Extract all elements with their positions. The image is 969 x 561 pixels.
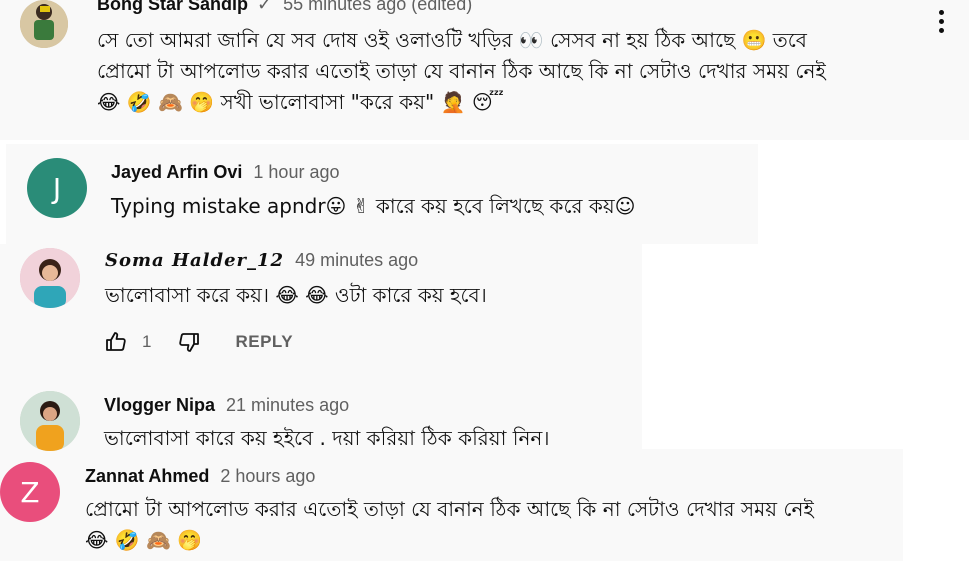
comment-line: প্রোমো টা আপলোড করার এতোই তাড়া যে বানান… <box>85 497 814 521</box>
author-name[interactable]: Soma Halder_12 <box>105 250 284 271</box>
comment-text: প্রোমো টা আপলোড করার এতোই তাড়া যে বানান… <box>85 494 814 556</box>
comment-header: Vlogger Nipa 21 minutes ago <box>104 395 349 416</box>
dislike-icon[interactable] <box>177 330 201 354</box>
comment-panel-reply-2 <box>0 244 642 449</box>
avatar-image <box>20 0 68 48</box>
like-icon[interactable] <box>104 330 128 354</box>
avatar-soma-halder[interactable] <box>20 248 80 308</box>
avatar-image <box>20 391 80 451</box>
reply-button[interactable]: REPLY <box>235 332 293 352</box>
comment-time[interactable]: 21 minutes ago <box>226 395 349 415</box>
comment-line: 😂 🤣 🙈 🤭 <box>85 528 203 552</box>
comment-header: Jayed Arfin Ovi 1 hour ago <box>111 162 339 183</box>
comment-header: Bong Star Sandip ✓ 55 minutes ago (edite… <box>97 0 472 15</box>
comment-text: Typing mistake apndr😛 ✌ কারে কয় হবে লিখ… <box>111 191 636 222</box>
avatar-vlogger-nipa[interactable] <box>20 391 80 451</box>
avatar-letter: J <box>52 171 62 205</box>
comment-actions: 1 REPLY <box>104 330 293 354</box>
comment-line: ভালোবাসা কারে কয় হইবে . দয়া করিয়া ঠিক… <box>104 426 550 450</box>
comment-time[interactable]: 55 minutes ago (edited) <box>283 0 472 14</box>
avatar-bong-star-sandip[interactable] <box>20 0 68 48</box>
author-name[interactable]: Bong Star Sandip <box>97 0 248 14</box>
comment-header: Soma Halder_12 49 minutes ago <box>105 250 418 271</box>
verified-check-icon: ✓ <box>257 0 273 14</box>
comment-line: সে তো আমরা জানি যে সব দোষ ওই ওলাওটি খড়ি… <box>97 28 807 52</box>
avatar-jayed-arfin-ovi[interactable]: J <box>27 158 87 218</box>
author-name[interactable]: Jayed Arfin Ovi <box>111 162 242 182</box>
comment-text: সে তো আমরা জানি যে সব দোষ ওই ওলাওটি খড়ি… <box>97 25 826 118</box>
comment-line: 😂 🤣 🙈 🤭 সখী ভালোবাসা "করে কয়" 🤦 😴 <box>97 90 504 114</box>
avatar-letter: Z <box>20 475 40 509</box>
avatar-image <box>20 248 80 308</box>
comment-line: Typing mistake apndr😛 ✌ কারে কয় হবে লিখ… <box>111 194 636 218</box>
avatar-zannat-ahmed[interactable]: Z <box>0 462 60 522</box>
more-actions-icon[interactable] <box>937 10 945 38</box>
like-count: 1 <box>142 332 152 351</box>
comment-time[interactable]: 1 hour ago <box>253 162 339 182</box>
author-name[interactable]: Zannat Ahmed <box>85 466 209 486</box>
comment-line: প্রোমো টা আপলোড করার এতোই তাড়া যে বানান… <box>97 59 826 83</box>
comment-text: ভালোবাসা কারে কয় হইবে . দয়া করিয়া ঠিক… <box>104 423 549 454</box>
comment-header: Zannat Ahmed 2 hours ago <box>85 466 315 487</box>
author-name[interactable]: Vlogger Nipa <box>104 395 215 415</box>
comment-text: ভালোবাসা করে কয়। 😂 😂 ওটা কারে কয় হবে। <box>105 280 487 311</box>
comment-time[interactable]: 49 minutes ago <box>295 250 418 270</box>
comment-line: ভালোবাসা করে কয়। 😂 😂 ওটা কারে কয় হবে। <box>105 283 487 307</box>
comment-time[interactable]: 2 hours ago <box>220 466 315 486</box>
